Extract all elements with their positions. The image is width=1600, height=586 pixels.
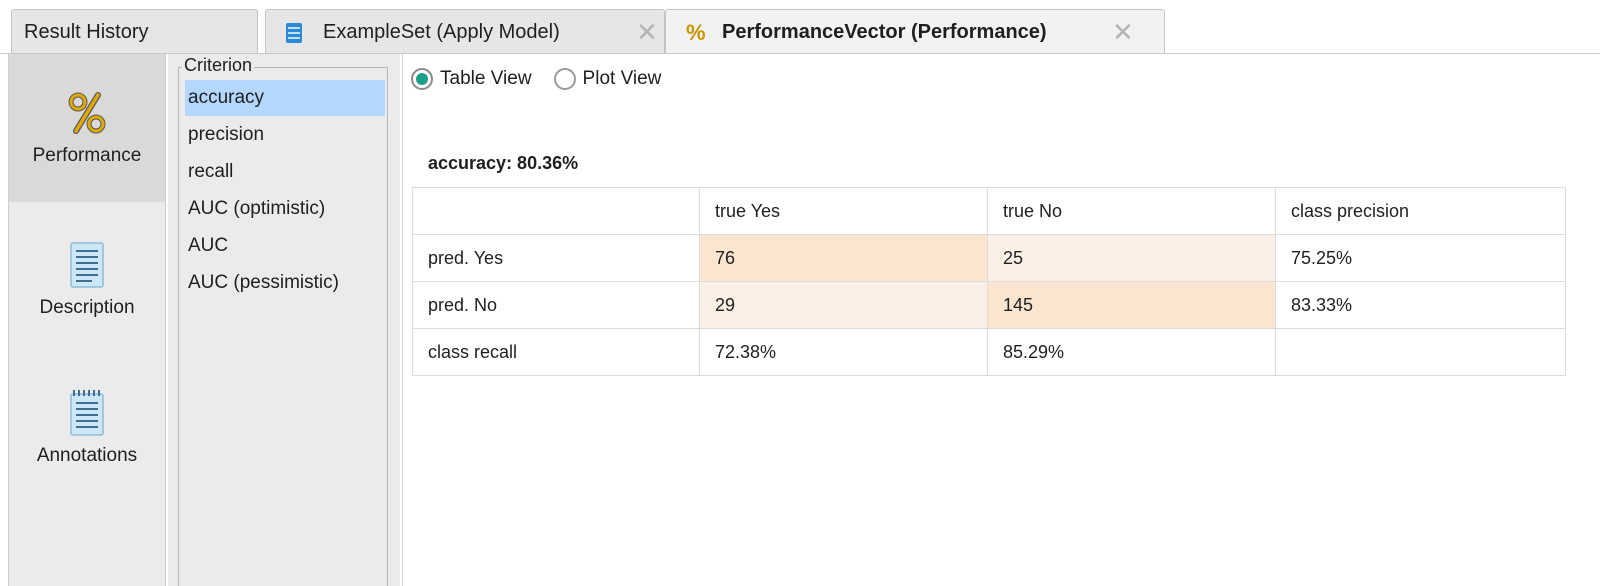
criterion-item-auc-optimistic[interactable]: AUC (optimistic) bbox=[185, 191, 385, 227]
table-view-radio[interactable] bbox=[411, 68, 433, 90]
criterion-item-auc[interactable]: AUC bbox=[185, 228, 385, 264]
tab-result-history-label: Result History bbox=[24, 20, 149, 43]
nav-item-annotations-label: Annotations bbox=[36, 445, 138, 466]
row-label-cell: class recall bbox=[412, 328, 700, 376]
criterion-item-auc-pessimistic[interactable]: AUC (pessimistic) bbox=[185, 265, 385, 301]
table-row: class recall 72.38% 85.29% bbox=[412, 328, 1566, 376]
criterion-item-precision[interactable]: precision bbox=[185, 117, 385, 153]
tab-exampleset-label: ExampleSet (Apply Model) bbox=[323, 20, 560, 43]
result-view-nav: Performance Description Annotations bbox=[8, 54, 166, 586]
percent-icon: % bbox=[686, 20, 706, 45]
performance-main-panel: Table View Plot View accuracy: 80.36% tr… bbox=[402, 54, 1600, 586]
view-mode-selector: Table View Plot View bbox=[411, 68, 683, 90]
criterion-legend: Criterion bbox=[182, 55, 255, 76]
document-icon bbox=[70, 242, 104, 288]
table-cell: 83.33% bbox=[1275, 281, 1566, 329]
nav-item-description-label: Description bbox=[39, 297, 135, 318]
metric-title: accuracy: 80.36% bbox=[428, 153, 579, 173]
criterion-panel: Criterion accuracy precision recall AUC … bbox=[168, 54, 400, 586]
table-cell: 85.29% bbox=[987, 328, 1276, 376]
nav-item-performance-label: Performance bbox=[32, 145, 142, 166]
tab-performance-vector[interactable]: % PerformanceVector (Performance) ✕ bbox=[665, 9, 1165, 55]
table-header-row: true Yes true No class precision bbox=[412, 187, 1566, 235]
row-label-cell: pred. No bbox=[412, 281, 700, 329]
table-row: pred. Yes 76 25 75.25% bbox=[412, 234, 1566, 282]
table-cell: 75.25% bbox=[1275, 234, 1566, 282]
nav-item-performance[interactable]: Performance bbox=[9, 54, 165, 202]
notepad-icon bbox=[70, 390, 104, 436]
plot-view-label[interactable]: Plot View bbox=[583, 68, 662, 90]
table-cell: 72.38% bbox=[699, 328, 988, 376]
table-header-cell: true Yes bbox=[699, 187, 988, 235]
table-row: pred. No 29 145 83.33% bbox=[412, 281, 1566, 329]
close-icon[interactable]: ✕ bbox=[636, 19, 658, 45]
table-cell bbox=[1275, 328, 1566, 376]
table-cell: 29 bbox=[699, 281, 988, 329]
percent-icon bbox=[68, 92, 106, 134]
table-view-label[interactable]: Table View bbox=[440, 68, 532, 90]
table-cell: 76 bbox=[699, 234, 988, 282]
table-cell: 145 bbox=[987, 281, 1276, 329]
criterion-item-accuracy[interactable]: accuracy bbox=[185, 80, 385, 116]
table-header-cell: true No bbox=[987, 187, 1276, 235]
close-icon[interactable]: ✕ bbox=[1112, 19, 1134, 45]
table-cell: 25 bbox=[987, 234, 1276, 282]
nav-item-description[interactable]: Description bbox=[9, 206, 165, 354]
result-tab-bar: Result History ExampleSet (Apply Model) … bbox=[0, 0, 1600, 55]
plot-view-radio[interactable] bbox=[553, 68, 576, 90]
tab-result-history[interactable]: Result History bbox=[11, 9, 258, 54]
database-icon bbox=[286, 23, 302, 43]
criterion-item-recall[interactable]: recall bbox=[185, 154, 385, 190]
table-header-cell: class precision bbox=[1275, 187, 1566, 235]
nav-item-annotations[interactable]: Annotations bbox=[9, 354, 165, 502]
confusion-matrix-table: true Yes true No class precision pred. Y… bbox=[412, 187, 1566, 376]
table-header-cell bbox=[412, 187, 700, 235]
tab-exampleset[interactable]: ExampleSet (Apply Model) ✕ bbox=[265, 9, 665, 54]
tab-performance-vector-label: PerformanceVector (Performance) bbox=[722, 21, 1047, 43]
row-label-cell: pred. Yes bbox=[412, 234, 700, 282]
